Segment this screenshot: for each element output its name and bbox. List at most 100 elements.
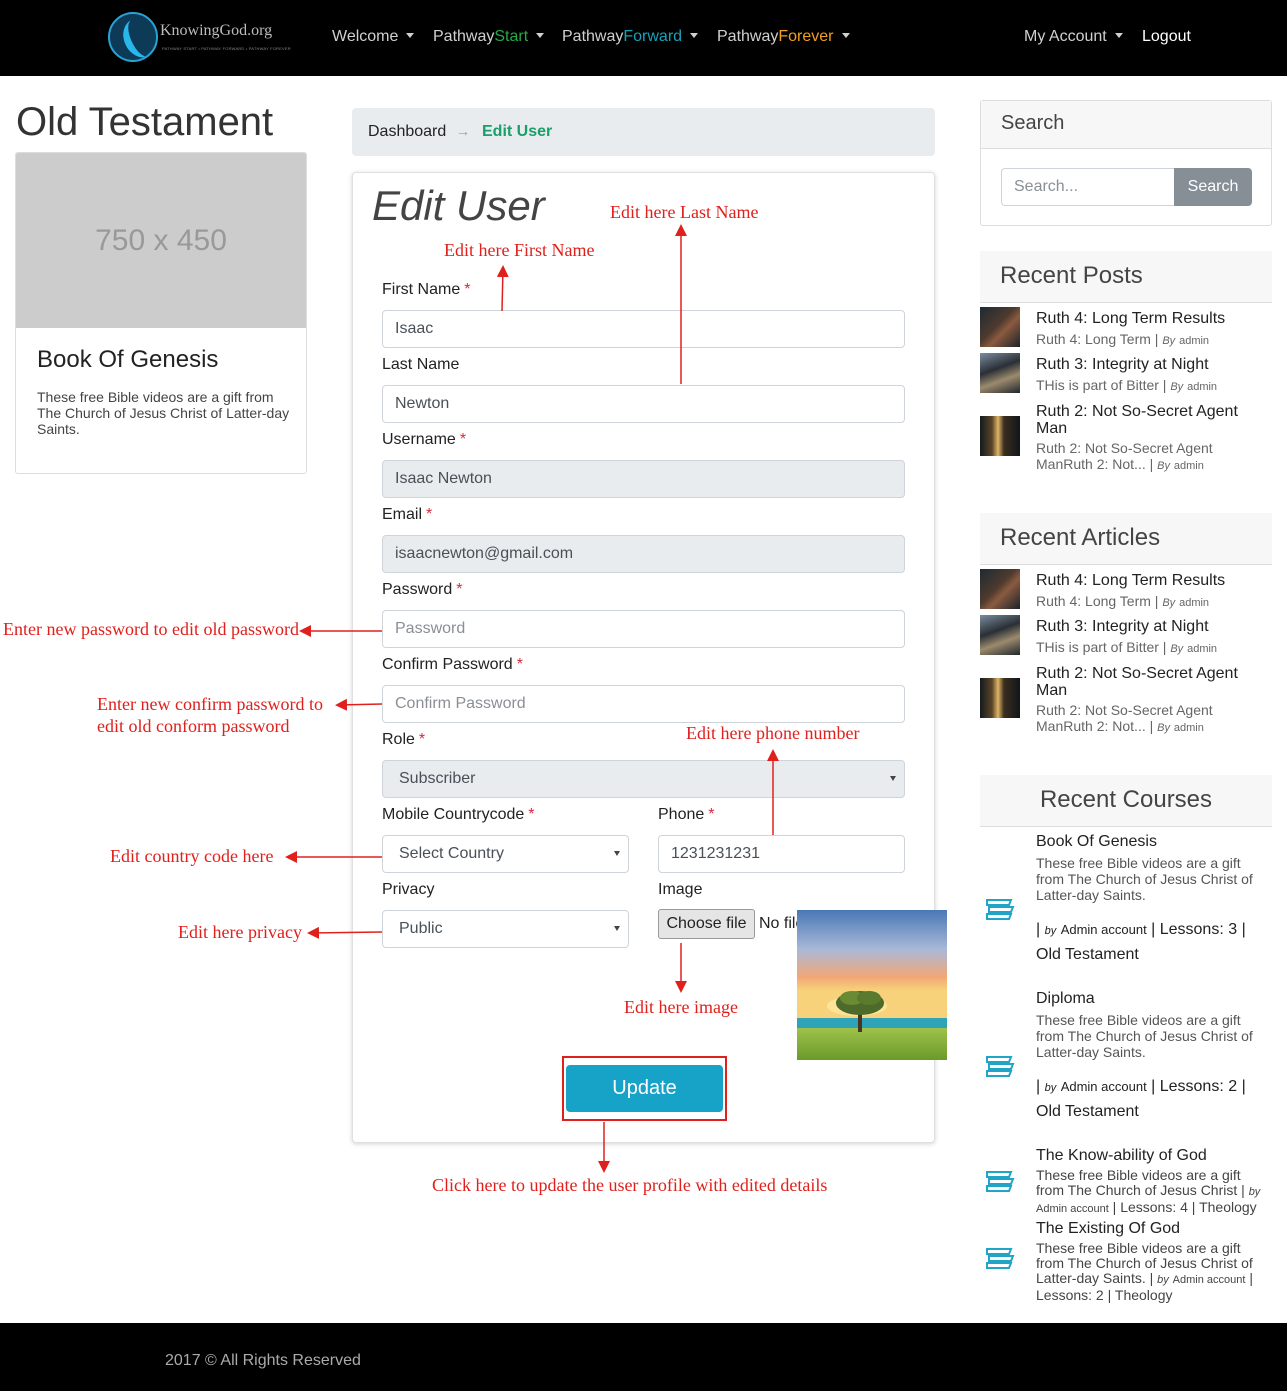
annotation-password: Enter new password to edit old password (3, 619, 299, 639)
confirm-password-input[interactable]: Confirm Password (382, 685, 905, 723)
nav-my-account-label: My Account (1024, 28, 1107, 45)
update-button[interactable]: Update (566, 1065, 723, 1112)
chevron-down-icon (614, 926, 620, 931)
phone-label-text: Phone (658, 806, 705, 823)
course-title[interactable]: The Know-ability of God (1036, 1147, 1207, 1165)
nav-pathway-start[interactable]: PathwayStart (433, 28, 545, 46)
chevron-down-icon (614, 851, 620, 856)
footer: 2017 © All Rights Reserved (0, 1323, 1287, 1391)
course-author: Admin account (1172, 1274, 1246, 1286)
required-mark: * (464, 281, 471, 298)
nav-welcome[interactable]: Welcome (332, 28, 415, 46)
phone-input[interactable]: 1231231231 (658, 835, 905, 873)
last-name-label: Last Name (382, 356, 460, 373)
choose-file-button[interactable]: Choose file (658, 909, 755, 939)
course-by: by (1248, 1186, 1261, 1198)
course-category: Theology (1199, 1199, 1257, 1215)
course-description: These free Bible videos are a gift from … (1036, 855, 1253, 903)
annotation-image: Edit here image (624, 997, 738, 1017)
breadcrumb-dashboard[interactable]: Dashboard (368, 123, 446, 141)
course-title[interactable]: Book Of Genesis (1036, 833, 1157, 851)
post-title[interactable]: Ruth 4: Long Term Results (1036, 310, 1266, 327)
first-name-input[interactable]: Isaac (382, 310, 905, 348)
username-label: Username * (382, 431, 466, 449)
search-widget-title: Search (981, 101, 1271, 149)
annotation-first-name: Edit here First Name (444, 240, 595, 260)
post-thumbnail (980, 307, 1020, 347)
nav-pathway-forward-suffix: Forward (623, 28, 683, 45)
nav-logout[interactable]: Logout (1142, 28, 1191, 46)
nav-pathway-forward-prefix: Pathway (562, 28, 624, 45)
nav-pathway-forever[interactable]: PathwayForever (717, 28, 850, 46)
annotation-last-name: Edit here Last Name (610, 202, 759, 222)
nav-pathway-start-prefix: Pathway (433, 28, 495, 45)
post-by: By (1157, 460, 1170, 472)
article-title[interactable]: Ruth 3: Integrity at Night (1036, 618, 1266, 635)
annotation-phone: Edit here phone number (686, 723, 860, 743)
card-title[interactable]: Book Of Genesis (37, 346, 218, 374)
chevron-down-icon (406, 33, 415, 38)
password-label: Password * (382, 581, 462, 599)
post-title[interactable]: Ruth 2: Not So-Secret Agent Man (1036, 403, 1266, 437)
country-code-label: Mobile Countrycode * (382, 806, 535, 824)
chevron-down-icon (841, 33, 850, 38)
post-thumbnail (980, 416, 1020, 456)
footer-copyright: 2017 © All Rights Reserved (165, 1352, 361, 1369)
last-name-input[interactable]: Newton (382, 385, 905, 423)
article-title[interactable]: Ruth 2: Not So-Secret Agent Man (1036, 665, 1266, 699)
nav-pathway-forward[interactable]: PathwayForward (562, 28, 699, 46)
page-heading: Old Testament (16, 100, 274, 144)
course-by: by (1044, 925, 1057, 937)
email-input: isaacnewton@gmail.com (382, 535, 905, 573)
privacy-label: Privacy (382, 881, 435, 898)
post-meta: Ruth 4: Long Term | By admin (1036, 331, 1210, 347)
site-logo[interactable]: KnowingGod.org PATHWAY START • PATHWAY F… (108, 12, 291, 64)
privacy-select[interactable]: Public (382, 910, 629, 948)
post-excerpt: Ruth 4: Long Term (1036, 331, 1151, 347)
role-value: Subscriber (399, 770, 476, 787)
username-label-text: Username (382, 431, 456, 448)
course-category: Old Testament (1036, 946, 1139, 963)
nav-my-account[interactable]: My Account (1024, 28, 1123, 46)
required-mark: * (516, 656, 523, 673)
chevron-down-icon (890, 776, 896, 781)
course-author: Admin account (1060, 922, 1147, 937)
role-label-text: Role (382, 731, 415, 748)
breadcrumb-edit-user: Edit User (482, 123, 553, 140)
article-meta: Ruth 4: Long Term | By admin (1036, 593, 1210, 609)
country-code-select[interactable]: Select Country (382, 835, 629, 873)
course-title[interactable]: The Existing Of God (1036, 1220, 1180, 1238)
course-meta: These free Bible videos are a gift from … (1036, 1167, 1261, 1216)
chevron-down-icon (1114, 33, 1123, 38)
breadcrumb-separator-icon: → (456, 123, 470, 139)
article-title[interactable]: Ruth 4: Long Term Results (1036, 572, 1266, 589)
search-widget: Search Search... Search (980, 100, 1272, 226)
article-thumbnail (980, 615, 1020, 655)
course-by: by (1044, 1082, 1057, 1094)
password-input[interactable]: Password (382, 610, 905, 648)
nav-pathway-start-suffix: Start (494, 28, 529, 45)
course-author: Admin account (1036, 1203, 1109, 1215)
nav-pathway-forever-prefix: Pathway (717, 28, 779, 45)
course-meta: These free Bible videos are a gift from … (1036, 1240, 1253, 1303)
article-author: admin (1179, 597, 1210, 609)
nav-welcome-label: Welcome (332, 28, 399, 45)
search-input[interactable]: Search... (1001, 168, 1175, 206)
recent-articles-title: Recent Articles (980, 513, 1272, 565)
post-title[interactable]: Ruth 3: Integrity at Night (1036, 356, 1266, 373)
role-select: Subscriber (382, 760, 905, 798)
required-mark: * (456, 581, 463, 598)
course-lessons: Lessons: 2 (1036, 1287, 1104, 1303)
confirm-password-label-text: Confirm Password (382, 656, 513, 673)
course-card[interactable]: 750 x 450 Book Of Genesis These free Bib… (15, 152, 307, 474)
post-meta: THis is part of Bitter | By admin (1036, 377, 1218, 393)
article-thumbnail (980, 569, 1020, 609)
article-author: admin (1187, 643, 1218, 655)
books-icon (986, 1171, 1015, 1192)
logo-text: KnowingGod.org (160, 22, 273, 39)
search-button[interactable]: Search (1174, 168, 1252, 206)
image-label: Image (658, 881, 703, 898)
course-title[interactable]: Diploma (1036, 990, 1095, 1008)
article-meta: Ruth 2: Not So-Secret Agent ManRuth 2: N… (1036, 702, 1213, 734)
privacy-value: Public (399, 920, 443, 937)
